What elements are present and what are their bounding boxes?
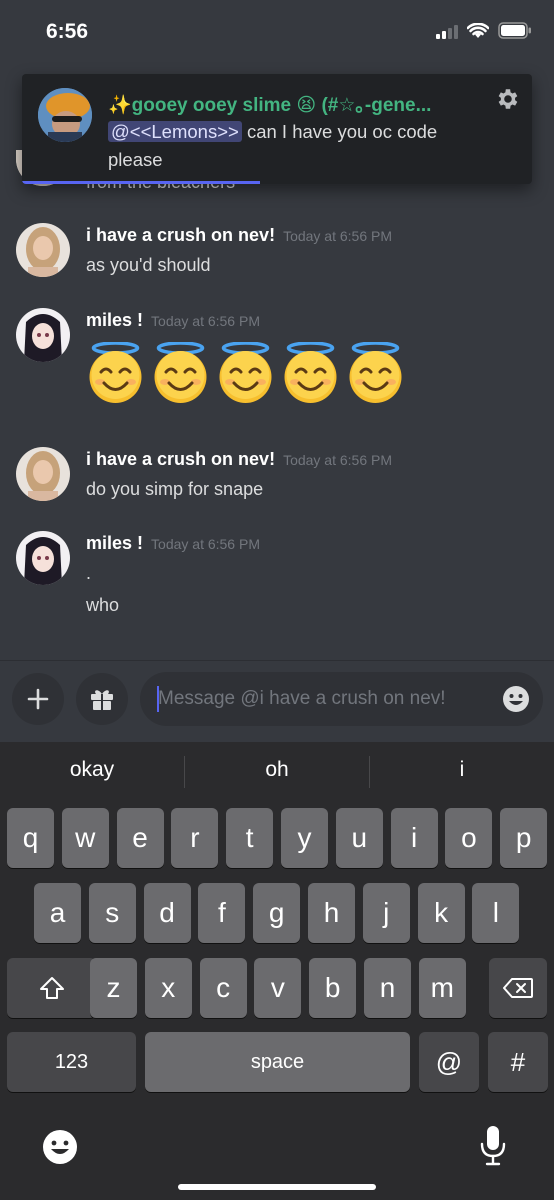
timestamp: Today at 6:56 PM (151, 313, 260, 329)
status-icons (436, 22, 532, 39)
backspace-key[interactable] (489, 958, 547, 1018)
suggestion-item[interactable]: i (370, 758, 554, 782)
message-header: i have a crush on nev! Today at 6:56 PM (86, 225, 392, 246)
avatar[interactable] (16, 308, 70, 362)
author-name[interactable]: miles ! (86, 310, 143, 330)
gift-icon (91, 690, 113, 710)
microphone-icon[interactable] (479, 1124, 507, 1166)
halo-emoji-icon (281, 341, 340, 404)
battery-icon (498, 22, 531, 39)
timestamp: Today at 6:56 PM (283, 452, 393, 468)
key-f[interactable]: f (198, 883, 246, 943)
avatar[interactable] (16, 223, 70, 277)
on-screen-keyboard: okay oh i 123 space @ # qwertyuiopasdfgh… (0, 742, 554, 1200)
key-i[interactable]: i (390, 808, 438, 868)
suggestion-bar: okay oh i (0, 742, 554, 800)
author-name[interactable]: i have a crush on nev! (86, 225, 275, 245)
emoji-row (86, 341, 405, 404)
key-q[interactable]: q (7, 808, 54, 868)
key-z[interactable]: z (90, 958, 137, 1018)
notification-banner[interactable]: ✨gooey ooey slime 😫 (#☆｡-gene... @<<Lemo… (22, 74, 532, 184)
message-input-box[interactable] (140, 672, 543, 726)
key-g[interactable]: g (253, 883, 301, 943)
plus-icon (27, 688, 49, 710)
emoji-keyboard-icon[interactable] (41, 1128, 79, 1166)
status-bar: 6:56 (0, 0, 554, 70)
key-m[interactable]: m (418, 958, 466, 1018)
gear-icon[interactable] (494, 86, 520, 112)
timestamp: Today at 6:56 PM (283, 228, 393, 244)
notification-progress (22, 181, 260, 184)
message-header: miles ! Today at 6:56 PM (86, 533, 260, 554)
suggestion-item[interactable]: okay (0, 758, 184, 782)
home-indicator[interactable] (178, 1184, 376, 1190)
wifi-icon (467, 22, 489, 38)
backspace-icon (503, 978, 533, 998)
key-d[interactable]: d (143, 883, 191, 943)
avatar[interactable] (16, 447, 70, 501)
emoji-icon[interactable] (501, 684, 531, 714)
add-attachment-button[interactable] (12, 673, 64, 725)
key-t[interactable]: t (226, 808, 274, 868)
message-header: miles ! Today at 6:56 PM (86, 310, 260, 331)
key-h[interactable]: h (308, 883, 355, 943)
key-c[interactable]: c (199, 958, 247, 1018)
key-x[interactable]: x (144, 958, 192, 1018)
key-a[interactable]: a (34, 883, 81, 943)
key-p[interactable]: p (500, 808, 548, 868)
key-y[interactable]: y (281, 808, 328, 868)
halo-emoji-icon (86, 341, 145, 404)
key-k[interactable]: k (417, 883, 465, 943)
message-input[interactable] (158, 672, 488, 726)
timestamp: Today at 6:56 PM (151, 536, 260, 552)
cellular-signal-icon (436, 23, 458, 39)
avatar[interactable] (16, 531, 70, 585)
key-n[interactable]: n (364, 958, 411, 1018)
shift-key[interactable] (7, 958, 96, 1018)
key-b[interactable]: b (309, 958, 357, 1018)
message-text: who (86, 595, 120, 615)
message-composer (0, 660, 554, 742)
message-text: as you'd should (86, 255, 211, 275)
message-text: do you simp for snape (86, 479, 264, 499)
key-r[interactable]: r (171, 808, 219, 868)
key-w[interactable]: w (61, 808, 109, 868)
at-key[interactable]: @ (419, 1032, 479, 1092)
message-text: . (86, 563, 92, 583)
shift-icon (39, 977, 64, 999)
key-s[interactable]: s (88, 883, 136, 943)
halo-emoji-icon (346, 341, 405, 404)
notification-avatar (38, 88, 92, 142)
key-j[interactable]: j (362, 883, 410, 943)
numbers-key[interactable]: 123 (7, 1032, 136, 1092)
author-name[interactable]: miles ! (86, 533, 143, 553)
status-time: 6:56 (46, 20, 89, 43)
halo-emoji-icon (151, 341, 210, 404)
message-header: i have a crush on nev! Today at 6:56 PM (86, 449, 392, 470)
author-name[interactable]: i have a crush on nev! (86, 449, 275, 469)
key-u[interactable]: u (335, 808, 383, 868)
key-e[interactable]: e (116, 808, 164, 868)
hash-key[interactable]: # (488, 1032, 548, 1092)
key-l[interactable]: l (472, 883, 520, 943)
user-mention[interactable]: @<<Lemons>> (108, 121, 242, 142)
notification-title: ✨gooey ooey slime 😫 (#☆｡-gene... (108, 95, 432, 116)
gift-button[interactable] (76, 673, 128, 725)
halo-emoji-icon (216, 341, 275, 404)
key-v[interactable]: v (254, 958, 302, 1018)
key-o[interactable]: o (445, 808, 493, 868)
suggestion-item[interactable]: oh (185, 758, 369, 782)
space-key[interactable]: space (145, 1032, 410, 1092)
notification-body: @<<Lemons>> can I have you oc code pleas… (108, 118, 478, 174)
